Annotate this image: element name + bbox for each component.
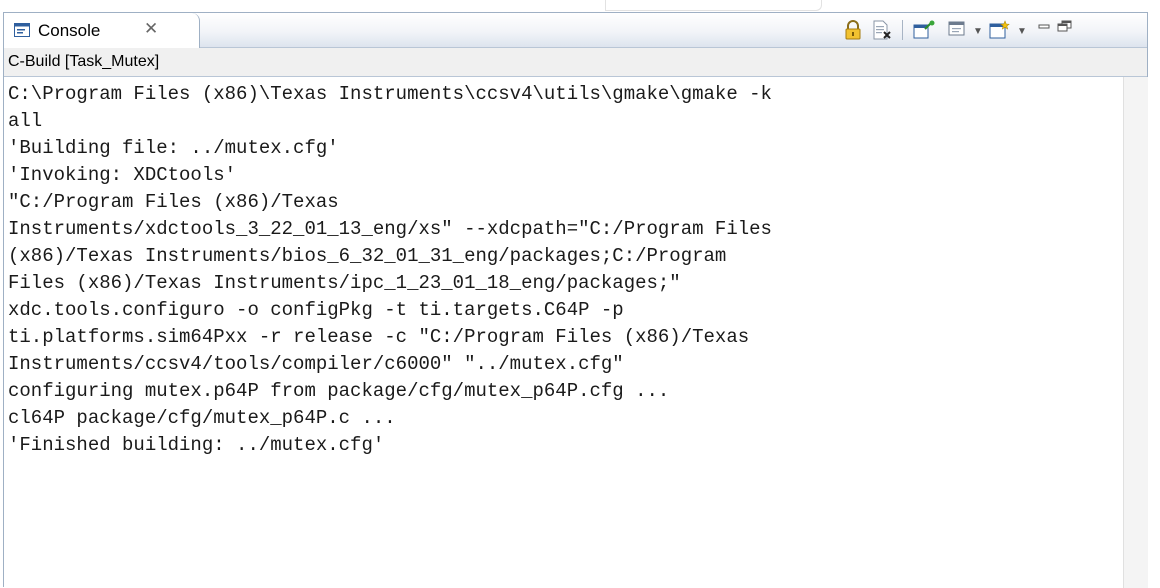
display-console-icon[interactable] bbox=[946, 17, 968, 43]
console-line: (x86)/Texas Instruments/bios_6_32_01_31_… bbox=[8, 245, 727, 267]
console-line: configuring mutex.p64P from package/cfg/… bbox=[8, 380, 670, 402]
view-tab-bar: Console ✕ ▼ ▼ bbox=[4, 13, 1147, 48]
console-line: "C:/Program Files (x86)/Texas bbox=[8, 191, 339, 213]
console-line: Instruments/ccsv4/tools/compiler/c6000" … bbox=[8, 353, 624, 375]
console-title-bar: C-Build [Task_Mutex] bbox=[4, 48, 1147, 77]
toolbar-separator bbox=[902, 20, 903, 40]
minimize-icon[interactable] bbox=[1036, 13, 1052, 39]
close-icon[interactable]: ✕ bbox=[144, 19, 158, 39]
scroll-lock-icon[interactable] bbox=[842, 17, 864, 43]
console-line: 'Invoking: XDCtools' bbox=[8, 164, 237, 186]
console-line: C:\Program Files (x86)\Texas Instruments… bbox=[8, 83, 772, 105]
console-line: all bbox=[8, 110, 43, 132]
console-line: Files (x86)/Texas Instruments/ipc_1_23_0… bbox=[8, 272, 681, 294]
console-view: Console ✕ ▼ ▼ C-Build [Task_Mutex] C:\Pr… bbox=[3, 12, 1148, 588]
console-line: xdc.tools.configuro -o configPkg -t ti.t… bbox=[8, 299, 624, 321]
tab-console[interactable]: Console ✕ bbox=[4, 13, 200, 48]
pin-console-icon[interactable] bbox=[912, 17, 936, 43]
chevron-down-icon[interactable]: ▼ bbox=[1017, 26, 1027, 37]
console-line: cl64P package/cfg/mutex_p64P.c ... bbox=[8, 407, 396, 429]
maximize-icon[interactable] bbox=[1056, 13, 1074, 39]
console-output[interactable]: C:\Program Files (x86)\Texas Instruments… bbox=[4, 77, 1123, 588]
window-edge-decoration bbox=[605, 0, 822, 11]
console-title: C-Build [Task_Mutex] bbox=[8, 53, 160, 70]
console-line: Instruments/xdctools_3_22_01_13_eng/xs" … bbox=[8, 218, 772, 240]
tab-label: Console bbox=[38, 21, 101, 40]
chevron-down-icon[interactable]: ▼ bbox=[973, 26, 983, 37]
window-top-strip bbox=[0, 0, 1160, 12]
open-console-icon[interactable] bbox=[988, 17, 1012, 43]
clear-console-icon[interactable] bbox=[870, 17, 894, 43]
console-line: 'Building file: ../mutex.cfg' bbox=[8, 137, 339, 159]
vertical-scrollbar[interactable] bbox=[1123, 77, 1148, 588]
console-icon bbox=[14, 23, 30, 37]
console-line: 'Finished building: ../mutex.cfg' bbox=[8, 434, 385, 456]
console-line: ti.platforms.sim64Pxx -r release -c "C:/… bbox=[8, 326, 750, 348]
